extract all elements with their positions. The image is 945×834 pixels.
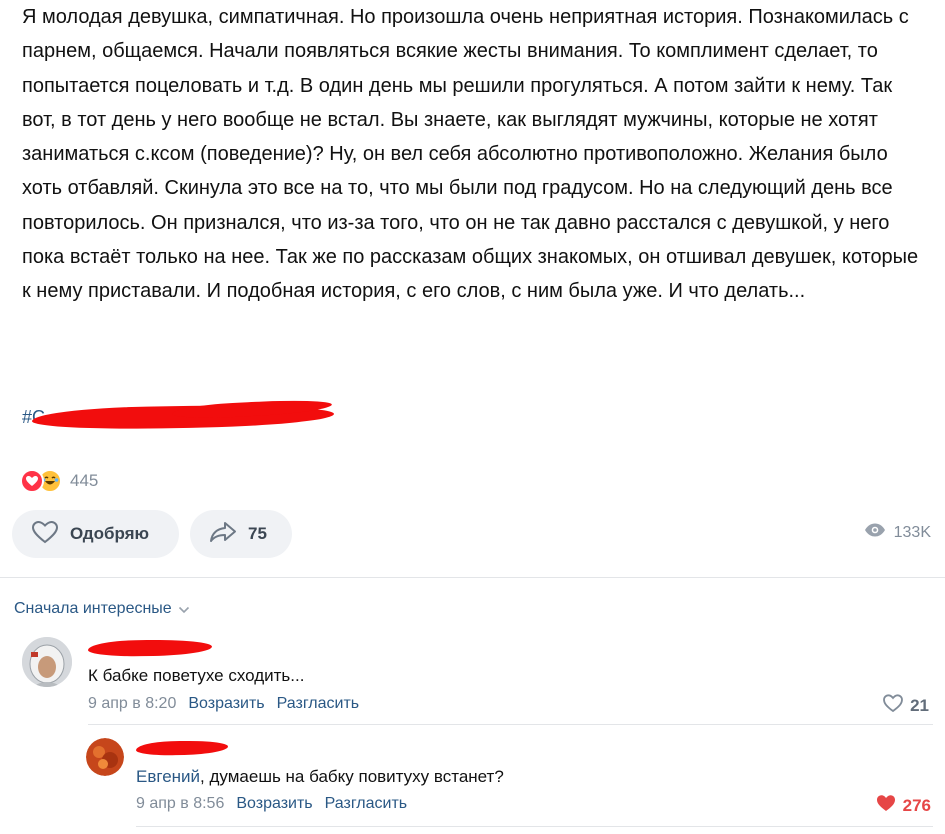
heart-outline-icon <box>882 693 904 718</box>
sort-label: Сначала интересные <box>14 599 172 617</box>
divider <box>136 826 933 827</box>
avatar[interactable] <box>86 738 124 776</box>
reactions-count: 445 <box>70 471 99 490</box>
reactions-summary[interactable]: 445 <box>20 468 98 494</box>
divider <box>88 724 933 725</box>
comment-date[interactable]: 9 апр в 8:20 <box>88 695 176 713</box>
reply-button[interactable]: Возразить <box>188 695 264 713</box>
comment-meta: 9 апр в 8:56 Возразить Разгласить <box>136 795 407 813</box>
like-label: Одобряю <box>70 524 150 543</box>
redaction-mark <box>135 739 229 757</box>
divider <box>0 577 945 578</box>
heart-outline-icon <box>30 519 60 550</box>
share-button[interactable]: 75 <box>190 510 292 558</box>
comment-mention[interactable]: Евгений <box>136 767 200 786</box>
heart-reaction-icon <box>20 469 44 493</box>
comment-like-count: 21 <box>910 695 929 715</box>
post-text: Я молодая девушка, симпатичная. Но произ… <box>22 6 919 303</box>
like-button[interactable]: Одобряю <box>12 510 179 558</box>
comment-like-count: 276 <box>902 795 931 815</box>
comments-sort-dropdown[interactable]: Сначала интересные <box>14 598 190 619</box>
comment-text: Евгений, думаешь на бабку повитуху встан… <box>136 767 504 786</box>
hashtag[interactable]: #С <box>22 397 362 432</box>
comment-meta: 9 апр в 8:20 Возразить Разгласить <box>88 695 359 713</box>
comment-like-button[interactable]: 276 <box>875 793 931 818</box>
comment-text: К бабке поветухе сходить... <box>88 666 305 685</box>
views-count: 133K <box>893 523 931 541</box>
avatar[interactable] <box>22 637 72 687</box>
disagree-button[interactable]: Разгласить <box>325 795 408 813</box>
chevron-down-icon <box>178 601 190 619</box>
redaction-mark <box>87 638 213 658</box>
heart-filled-icon <box>875 793 897 818</box>
share-count: 75 <box>248 524 267 543</box>
views-counter: 133K <box>864 522 931 543</box>
share-arrow-icon <box>208 519 238 550</box>
disagree-button[interactable]: Разгласить <box>277 695 360 713</box>
eye-icon <box>864 522 886 543</box>
comment-like-button[interactable]: 21 <box>882 693 929 718</box>
reply-button[interactable]: Возразить <box>236 795 312 813</box>
comment-date[interactable]: 9 апр в 8:56 <box>136 795 224 813</box>
